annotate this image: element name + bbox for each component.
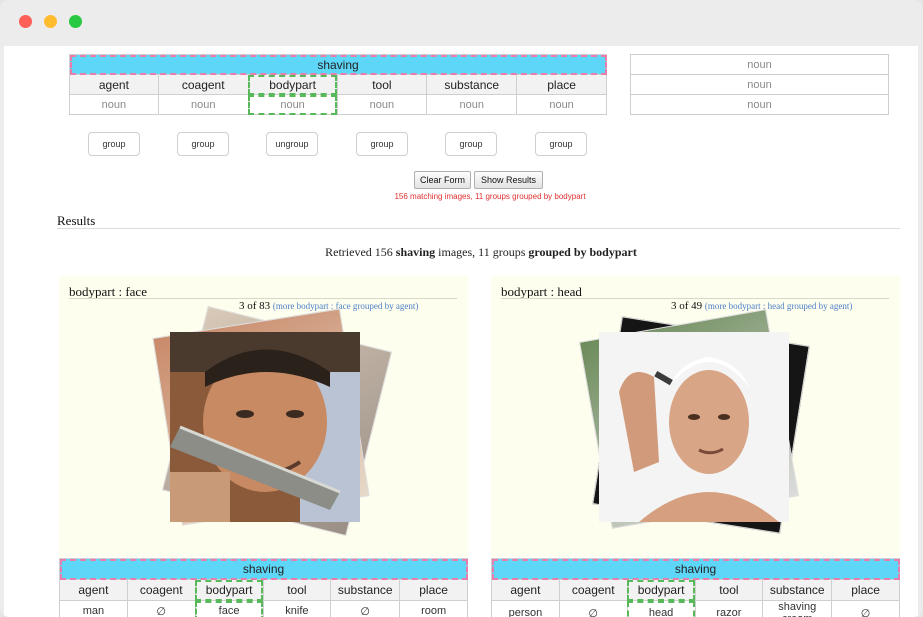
group-count-text: 3 of 83 (239, 300, 271, 312)
group-button-substance[interactable]: group (445, 132, 497, 156)
group-button-tool[interactable]: group (356, 132, 408, 156)
summary-verb: shaving (395, 245, 436, 259)
group-verb: shaving (491, 558, 900, 580)
query-role-tool[interactable]: tool (336, 74, 428, 95)
query-value-place[interactable]: noun (516, 94, 607, 115)
value-place: ∅ (831, 600, 900, 617)
summary-prefix: Retrieved 156 (325, 245, 396, 259)
query-value-substance[interactable]: noun (426, 94, 518, 115)
group-card-head: bodypart : head 3 of 49 (more bodypart :… (491, 276, 900, 557)
role-place: place (831, 579, 900, 601)
side-noun-1[interactable]: noun (630, 54, 889, 75)
status-message: 156 matching images, 11 groups grouped b… (394, 192, 586, 201)
value-coagent: ∅ (126, 600, 196, 617)
query-value-agent[interactable]: noun (69, 94, 159, 115)
query-role-coagent[interactable]: coagent (157, 74, 249, 95)
results-summary: Retrieved 156 shaving images, 11 groups … (4, 245, 918, 260)
title-bar (0, 0, 923, 46)
role-agent: agent (59, 579, 128, 601)
group-table-head: shaving agent coagent bodypart tool subs… (491, 558, 900, 617)
role-bodypart: bodypart (194, 579, 264, 601)
value-tool: knife (262, 600, 332, 617)
role-substance: substance (330, 579, 401, 601)
results-divider (57, 228, 900, 229)
query-role-substance[interactable]: substance (426, 74, 518, 95)
group-button-agent[interactable]: group (88, 132, 140, 156)
group-divider (501, 298, 889, 299)
browser-window: shaving agent coagent bodypart tool subs… (0, 0, 923, 617)
query-value-coagent[interactable]: noun (157, 94, 249, 115)
summary-middle: images, 11 groups (435, 245, 529, 259)
head-shave-photo (599, 332, 789, 522)
query-role-agent[interactable]: agent (69, 74, 159, 95)
query-role-place[interactable]: place (516, 74, 607, 95)
side-noun-3[interactable]: noun (630, 94, 889, 115)
value-place: room (399, 600, 468, 617)
value-coagent: ∅ (558, 600, 628, 617)
side-noun-2[interactable]: noun (630, 74, 889, 95)
value-tool: razor (694, 600, 764, 617)
value-substance: shaving cream (762, 600, 833, 617)
image-stack[interactable] (144, 305, 393, 537)
role-place: place (399, 579, 468, 601)
side-noun-table: noun noun noun (630, 54, 889, 115)
close-window-button[interactable] (19, 15, 32, 28)
query-table: shaving agent coagent bodypart tool subs… (69, 54, 607, 115)
role-substance: substance (762, 579, 833, 601)
query-value-tool[interactable]: noun (336, 94, 428, 115)
group-card-face: bodypart : face 3 of 83 (more bodypart :… (59, 276, 468, 557)
value-agent: person (491, 600, 560, 617)
value-bodypart: face (194, 600, 264, 617)
summary-grouped: grouped by bodypart (528, 245, 637, 259)
page-content: shaving agent coagent bodypart tool subs… (4, 46, 918, 617)
role-bodypart: bodypart (626, 579, 696, 601)
value-agent: man (59, 600, 128, 617)
role-tool: tool (694, 579, 764, 601)
show-results-button[interactable]: Show Results (474, 171, 543, 189)
minimize-window-button[interactable] (44, 15, 57, 28)
group-button-place[interactable]: group (535, 132, 587, 156)
group-button-coagent[interactable]: group (177, 132, 229, 156)
zoom-window-button[interactable] (69, 15, 82, 28)
role-coagent: coagent (126, 579, 196, 601)
more-group-link[interactable]: (more bodypart : face grouped by agent) (273, 301, 418, 311)
group-divider (69, 298, 457, 299)
role-agent: agent (491, 579, 560, 601)
more-group-link[interactable]: (more bodypart : head grouped by agent) (705, 301, 852, 311)
image-stack[interactable] (576, 308, 816, 534)
query-value-bodypart[interactable]: noun (247, 94, 338, 115)
role-coagent: coagent (558, 579, 628, 601)
query-role-bodypart[interactable]: bodypart (247, 74, 338, 95)
clear-form-button[interactable]: Clear Form (414, 171, 471, 189)
group-verb: shaving (59, 558, 468, 580)
group-count-text: 3 of 49 (671, 300, 703, 312)
results-heading: Results (57, 213, 96, 228)
value-bodypart: head (626, 600, 696, 617)
value-substance: ∅ (330, 600, 401, 617)
query-verb[interactable]: shaving (69, 54, 607, 75)
group-table-face: shaving agent coagent bodypart tool subs… (59, 558, 468, 617)
face-shave-photo (170, 332, 360, 522)
ungroup-button-bodypart[interactable]: ungroup (266, 132, 318, 156)
role-tool: tool (262, 579, 332, 601)
